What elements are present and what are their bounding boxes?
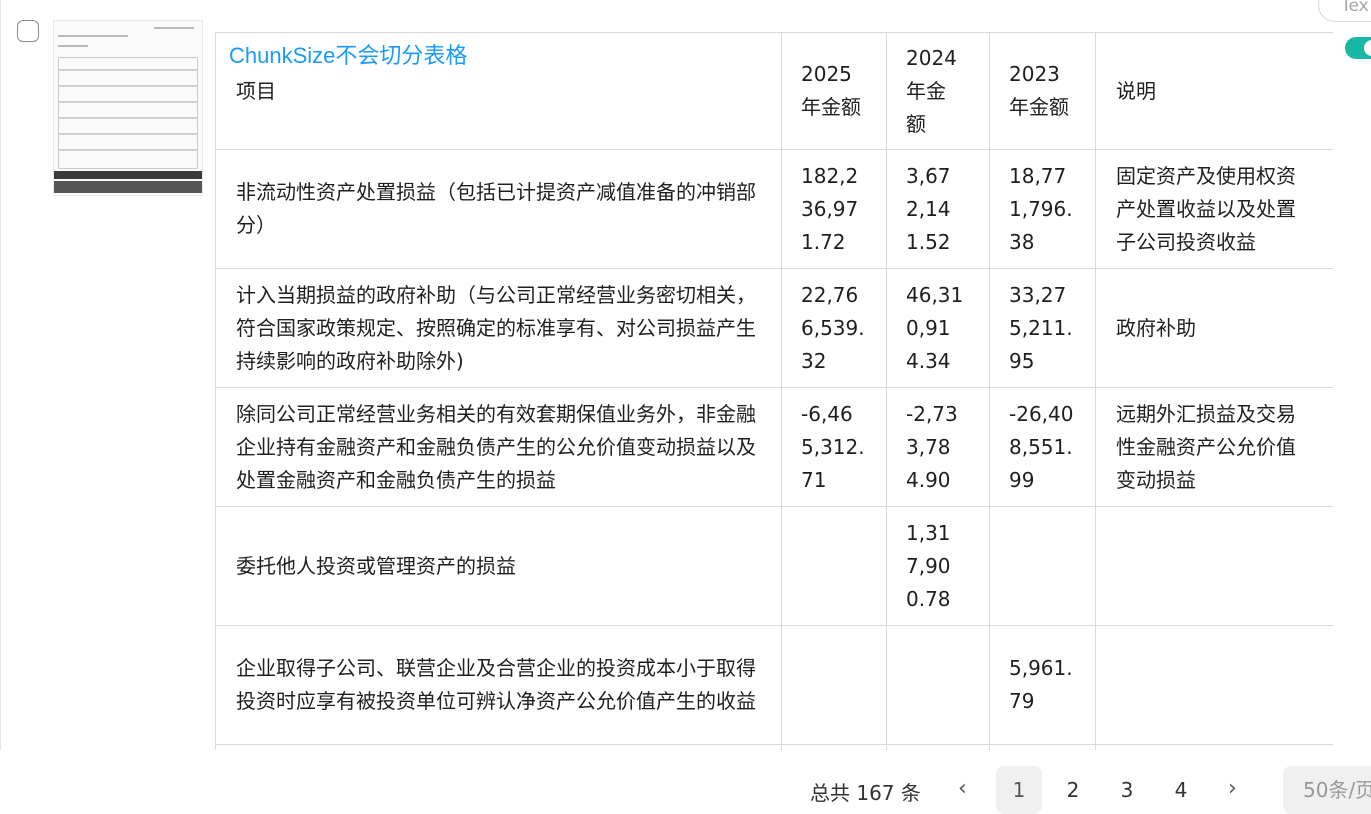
thumb-line	[58, 133, 198, 135]
page-button-1[interactable]: 1	[996, 766, 1042, 814]
header-description: 说明	[1095, 32, 1333, 150]
next-page-button[interactable]: ›	[1228, 776, 1237, 801]
left-border	[0, 0, 1, 750]
select-checkbox[interactable]	[17, 20, 39, 42]
thumb-line	[58, 149, 198, 151]
thumb-line	[58, 85, 198, 87]
cell-amount-2024	[886, 744, 990, 750]
thumb-line	[58, 117, 198, 119]
cell-amount-2024: 1,317,900.78	[886, 506, 990, 626]
cell-amount-2024: 46,310,914.34	[886, 268, 990, 388]
thumb-line	[58, 101, 198, 103]
page-button-3[interactable]: 3	[1104, 766, 1150, 814]
cell-item	[215, 744, 782, 750]
cell-item: 非流动性资产处置损益（包括已计提资产减值准备的冲销部分）	[215, 149, 782, 269]
table-row: 非流动性资产处置损益（包括已计提资产减值准备的冲销部分） 182,236,971.…	[215, 149, 1333, 269]
thumb-line	[58, 45, 88, 47]
cell-amount-2023: 33,275,211.95	[989, 268, 1096, 388]
thumb-line	[58, 69, 198, 71]
toggle-knob	[1364, 40, 1371, 56]
cell-item: 计入当期损益的政府补助（与公司正常经营业务密切相关，符合国家政策规定、按照确定的…	[215, 268, 782, 388]
total-count: 总共 167 条	[810, 781, 921, 805]
cell-amount-2023: 18,771,796.38	[989, 149, 1096, 269]
header-amount-2025: 2025 年金额	[781, 32, 887, 150]
table-row: 除同公司正常经营业务相关的有效套期保值业务外，非金融企业持有金融资产和金融负债产…	[215, 387, 1333, 507]
cell-amount-2023: 5,961.79	[989, 625, 1096, 745]
header-amount-2023: 2023 年金额	[989, 32, 1096, 150]
thumb-highlight	[54, 171, 202, 179]
table-header-row: 项目 2025 年金额 2024 年金 额 2023 年金额 说明	[215, 32, 1333, 150]
thumb-line	[58, 35, 128, 37]
cell-item: 企业取得子公司、联营企业及合营企业的投资成本小于取得投资时应享有被投资单位可辨认…	[215, 625, 782, 745]
cell-description	[1095, 744, 1333, 750]
header-amount-2024: 2024 年金 额	[886, 32, 990, 150]
cell-description	[1095, 625, 1333, 745]
cell-item: 委托他人投资或管理资产的损益	[215, 506, 782, 626]
cell-description: 政府补助	[1095, 268, 1333, 388]
cell-amount-2023: -26,408,551.99	[989, 387, 1096, 507]
pagination: 总共 167 条 ‹ 1 2 3 4 › 50条/页	[0, 766, 1371, 814]
thumb-table	[58, 57, 198, 169]
cell-amount-2023	[989, 506, 1096, 626]
page-button-2[interactable]: 2	[1050, 766, 1096, 814]
cell-amount-2025: -6,465,312.71	[781, 387, 887, 507]
cell-amount-2025: 22,766,539.32	[781, 268, 887, 388]
cell-item: 除同公司正常经营业务相关的有效套期保值业务外，非金融企业持有金融资产和金融负债产…	[215, 387, 782, 507]
cell-amount-2024: 3,672,141.52	[886, 149, 990, 269]
prev-page-button[interactable]: ‹	[958, 776, 967, 801]
cell-amount-2024	[886, 625, 990, 745]
page-button-4[interactable]: 4	[1158, 766, 1204, 814]
text-mode-pill[interactable]: Tex	[1318, 0, 1371, 22]
table-row: 计入当期损益的政府补助（与公司正常经营业务密切相关，符合国家政策规定、按照确定的…	[215, 268, 1333, 388]
cell-amount-2025: 182,236,971.72	[781, 149, 887, 269]
table-row: 企业取得子公司、联营企业及合营企业的投资成本小于取得投资时应享有被投资单位可辨认…	[215, 625, 1333, 745]
thumb-line	[154, 27, 194, 29]
cell-amount-2023	[989, 744, 1096, 750]
header-item: 项目	[215, 32, 782, 150]
toggle-switch[interactable]	[1345, 37, 1371, 59]
cell-amount-2025	[781, 625, 887, 745]
table-row	[215, 744, 1333, 750]
table-row: 委托他人投资或管理资产的损益 1,317,900.78	[215, 506, 1333, 626]
thumb-highlight	[54, 181, 202, 193]
data-table: 项目 2025 年金额 2024 年金 额 2023 年金额 说明 非流动性资产处置损益（…	[215, 32, 1333, 750]
cell-description	[1095, 506, 1333, 626]
document-thumbnail[interactable]	[53, 20, 203, 196]
page-size-select[interactable]: 50条/页	[1283, 766, 1371, 814]
cell-description: 远期外汇损益及交易性金融资产公允价值变动损益	[1095, 387, 1333, 507]
cell-amount-2025	[781, 506, 887, 626]
cell-amount-2025	[781, 744, 887, 750]
cell-description: 固定资产及使用权资产处置收益以及处置子公司投资收益	[1095, 149, 1333, 269]
data-table-container: 项目 2025 年金额 2024 年金 额 2023 年金额 说明 非流动性资产处置损益（…	[215, 32, 1333, 750]
cell-amount-2024: -2,733,784.90	[886, 387, 990, 507]
